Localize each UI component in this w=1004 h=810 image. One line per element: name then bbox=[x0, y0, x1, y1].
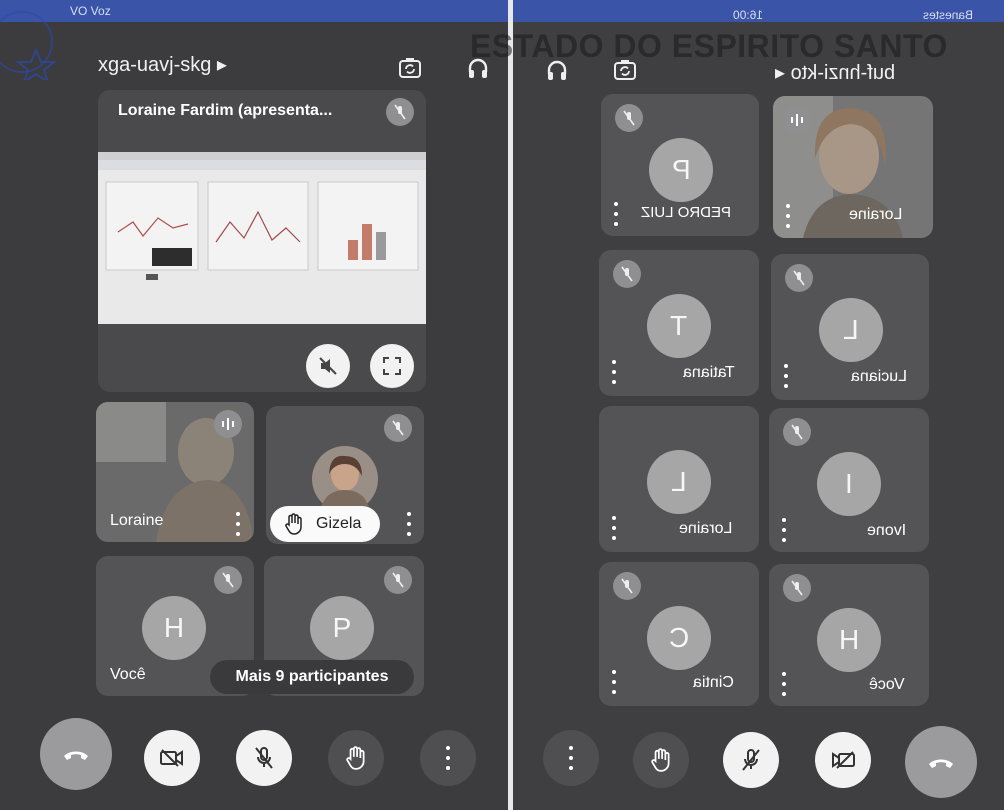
mic-off-icon bbox=[615, 104, 643, 132]
mute-presentation-button[interactable] bbox=[306, 344, 350, 388]
participant-name: Loraine bbox=[679, 520, 733, 537]
camera-off-button[interactable] bbox=[144, 730, 200, 786]
more-options-icon[interactable] bbox=[406, 512, 412, 536]
more-options-icon[interactable] bbox=[783, 364, 789, 388]
speaking-indicator-icon bbox=[214, 410, 242, 438]
avatar: H bbox=[817, 608, 881, 672]
presentation-tile[interactable]: Loraine Fardim (apresenta... bbox=[98, 90, 426, 392]
more-options-icon bbox=[445, 746, 451, 770]
more-options-button[interactable] bbox=[543, 730, 599, 786]
participant-name: Luciana bbox=[851, 368, 908, 385]
end-call-icon bbox=[929, 759, 953, 768]
left-phone-screen: VO Voz xga-uavj-skg ▸ Loraine Fardim (ap… bbox=[0, 0, 508, 810]
more-options-icon[interactable] bbox=[781, 672, 787, 696]
participant-name: PEDRO LUIZ bbox=[641, 204, 732, 221]
status-bar: VO Voz bbox=[0, 0, 508, 22]
participant-name: Você bbox=[110, 666, 146, 683]
more-options-button[interactable] bbox=[420, 730, 476, 786]
watermark-text: ESTADO DO ESPIRITO SANTO bbox=[470, 28, 948, 64]
screenshot-composite: VO Voz xga-uavj-skg ▸ Loraine Fardim (ap… bbox=[0, 0, 1004, 810]
carrier-text: VO Voz bbox=[70, 4, 111, 18]
more-options-icon[interactable] bbox=[611, 670, 617, 694]
participant-name: Loraine bbox=[110, 512, 164, 529]
shared-screen-image bbox=[98, 152, 426, 324]
more-participants-label[interactable]: Mais 9 participantes bbox=[210, 660, 414, 694]
raise-hand-button[interactable] bbox=[633, 732, 689, 788]
switch-camera-icon[interactable] bbox=[396, 54, 424, 82]
avatar: P bbox=[310, 596, 374, 660]
avatar: C bbox=[647, 606, 711, 670]
participant-tile-self[interactable]: H Você bbox=[769, 564, 929, 706]
participant-tile-luciana[interactable]: L Luciana bbox=[771, 254, 929, 400]
mic-off-icon bbox=[613, 260, 641, 288]
mic-off-icon bbox=[384, 566, 412, 594]
more-options-icon[interactable] bbox=[781, 518, 787, 542]
right-phone-screen: 16:00 Banestes buf-hnzi-kto ◂ P PEDRO LU… bbox=[513, 0, 1004, 810]
more-options-icon bbox=[568, 746, 574, 770]
participant-tile-loraine-2[interactable]: L Loraine bbox=[599, 406, 759, 552]
end-call-icon bbox=[64, 751, 88, 760]
participant-tile-cintia[interactable]: C Cintia bbox=[599, 562, 759, 706]
mic-off-icon bbox=[783, 574, 811, 602]
raised-hand-icon bbox=[285, 513, 302, 535]
mic-off-icon bbox=[255, 747, 273, 769]
mic-off-icon bbox=[214, 566, 242, 594]
participant-name: Cintia bbox=[693, 674, 734, 691]
participant-tile-tatiana[interactable]: T Tatiana bbox=[599, 250, 759, 396]
camera-off-button[interactable] bbox=[815, 732, 871, 788]
mic-off-button[interactable] bbox=[236, 730, 292, 786]
more-options-icon[interactable] bbox=[611, 360, 617, 384]
participant-name: Gizela bbox=[316, 515, 362, 532]
status-bar: 16:00 Banestes bbox=[513, 0, 1004, 22]
avatar: L bbox=[647, 450, 711, 514]
avatar: I bbox=[817, 452, 881, 516]
fullscreen-button[interactable] bbox=[370, 344, 414, 388]
mic-off-icon bbox=[613, 572, 641, 600]
mic-off-icon bbox=[742, 749, 760, 771]
participant-name: Loraine bbox=[849, 206, 903, 223]
mic-off-icon bbox=[785, 264, 813, 292]
mic-off-icon bbox=[783, 418, 811, 446]
raised-hand-icon bbox=[346, 746, 365, 770]
more-options-icon[interactable] bbox=[785, 204, 791, 228]
participant-tile-loraine[interactable]: Loraine bbox=[773, 96, 933, 238]
avatar bbox=[312, 446, 378, 512]
avatar: H bbox=[142, 596, 206, 660]
camera-off-icon bbox=[160, 749, 183, 767]
participant-tile-gizela[interactable]: Gizela bbox=[266, 406, 424, 544]
more-options-icon[interactable] bbox=[235, 512, 241, 536]
avatar: T bbox=[647, 294, 711, 358]
end-call-button[interactable] bbox=[40, 718, 112, 790]
participant-tile-loraine[interactable]: Loraine bbox=[96, 402, 254, 542]
presentation-title: Loraine Fardim (apresenta... bbox=[118, 102, 333, 119]
participant-name: Você bbox=[869, 676, 905, 693]
end-call-button[interactable] bbox=[905, 726, 977, 798]
mic-off-button[interactable] bbox=[723, 732, 779, 788]
camera-off-icon bbox=[832, 751, 855, 769]
raised-hand-icon bbox=[651, 748, 670, 772]
raise-hand-button[interactable] bbox=[328, 730, 384, 786]
mic-off-icon bbox=[384, 414, 412, 442]
participant-name: Ivone bbox=[867, 522, 907, 539]
meeting-code[interactable]: xga-uavj-skg ▸ bbox=[98, 52, 227, 77]
participant-tile-ivone[interactable]: I Ivone bbox=[769, 408, 929, 552]
more-options-icon[interactable] bbox=[611, 516, 617, 540]
more-options-icon[interactable] bbox=[613, 202, 619, 226]
speaking-indicator-icon bbox=[783, 106, 811, 134]
avatar: P bbox=[649, 138, 713, 202]
participant-name: Tatiana bbox=[683, 364, 735, 381]
participant-tile-pedro[interactable]: P PEDRO LUIZ bbox=[601, 94, 759, 236]
seal-stamp bbox=[0, 11, 57, 80]
raised-hand-badge: Gizela bbox=[270, 506, 380, 542]
avatar: L bbox=[819, 298, 883, 362]
mic-off-icon bbox=[386, 98, 414, 126]
